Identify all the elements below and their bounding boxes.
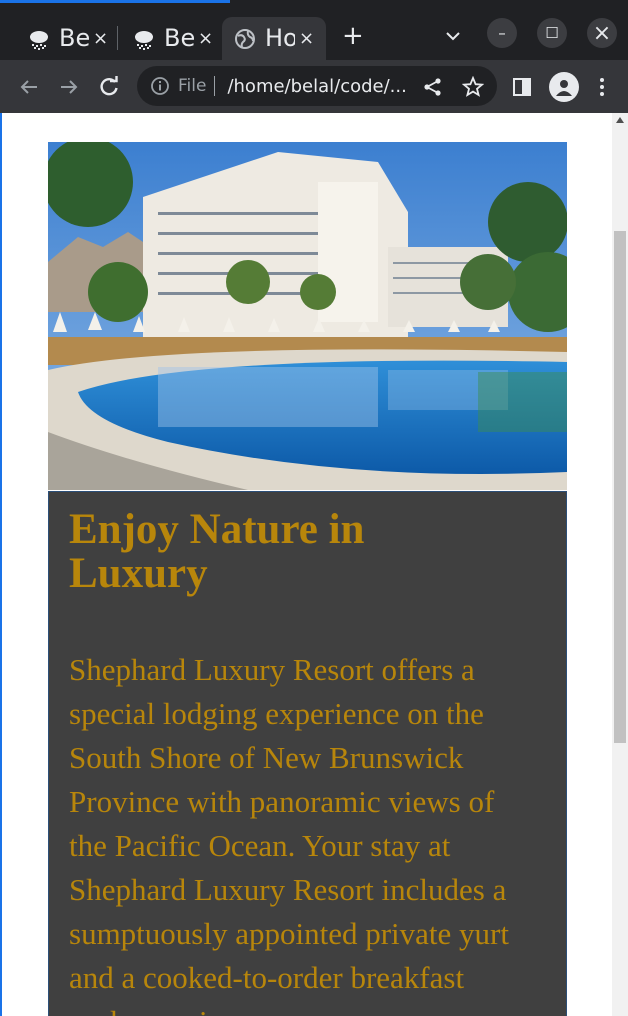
profile-button[interactable] — [549, 72, 579, 102]
resort-pool-photo — [48, 142, 567, 490]
share-button[interactable] — [420, 74, 446, 100]
arrow-right-icon — [61, 80, 78, 94]
tab-title: Be — [164, 24, 194, 52]
star-icon — [462, 76, 484, 97]
tab-separator — [117, 26, 118, 50]
scrollbar-thumb[interactable] — [614, 231, 626, 743]
page-viewport: Enjoy Nature in Luxury Shephard Luxury R… — [2, 113, 612, 1016]
hero-image — [48, 142, 567, 490]
tab-title: Be — [59, 24, 89, 52]
back-button[interactable] — [16, 74, 42, 100]
tab-title: Ho — [265, 24, 295, 52]
vertical-scrollbar[interactable] — [612, 113, 628, 1016]
side-panel-icon — [513, 78, 531, 96]
close-icon[interactable]: × — [93, 28, 108, 49]
tab-strip: Be × Be × Ho × + – ☐ × — [0, 0, 628, 60]
tab-1[interactable]: Be × — [16, 17, 108, 60]
cloud-rain-icon — [30, 30, 48, 50]
share-icon — [424, 78, 441, 96]
globe-icon — [235, 28, 255, 49]
menu-button[interactable] — [589, 74, 615, 100]
bookmark-button[interactable] — [460, 74, 486, 100]
new-tab-button[interactable]: + — [342, 22, 364, 50]
url-text[interactable]: /home/belal/code/... — [227, 76, 406, 97]
avatar-icon — [556, 80, 572, 96]
tab-3-active[interactable]: Ho × — [222, 17, 326, 60]
side-panel-button[interactable] — [509, 74, 535, 100]
info-icon[interactable] — [150, 76, 170, 96]
close-icon[interactable]: × — [299, 28, 314, 49]
scroll-up-arrow-icon[interactable] — [616, 117, 624, 123]
page-heading: Enjoy Nature in Luxury — [69, 506, 365, 597]
arrow-left-icon — [20, 80, 37, 94]
cloud-rain-icon — [135, 30, 153, 50]
maximize-button[interactable]: ☐ — [537, 18, 567, 48]
close-icon[interactable]: × — [198, 28, 213, 49]
chevron-down-icon[interactable] — [443, 26, 463, 46]
tab-2[interactable]: Be × — [121, 17, 213, 60]
intro-card: Enjoy Nature in Luxury Shephard Luxury R… — [48, 491, 567, 1016]
reload-button[interactable] — [96, 74, 122, 100]
forward-button[interactable] — [56, 74, 82, 100]
tab-strip-accent — [0, 0, 230, 3]
intro-paragraph: Shephard Luxury Resort offers a special … — [69, 652, 509, 1016]
close-window-button[interactable]: × — [587, 18, 617, 48]
reload-icon — [100, 76, 118, 96]
browser-toolbar: File /home/belal/code/... — [0, 60, 628, 113]
minimize-button[interactable]: – — [487, 18, 517, 48]
more-vert-icon — [600, 78, 604, 96]
omnibox-divider — [214, 76, 216, 96]
scheme-label: File — [178, 76, 207, 96]
